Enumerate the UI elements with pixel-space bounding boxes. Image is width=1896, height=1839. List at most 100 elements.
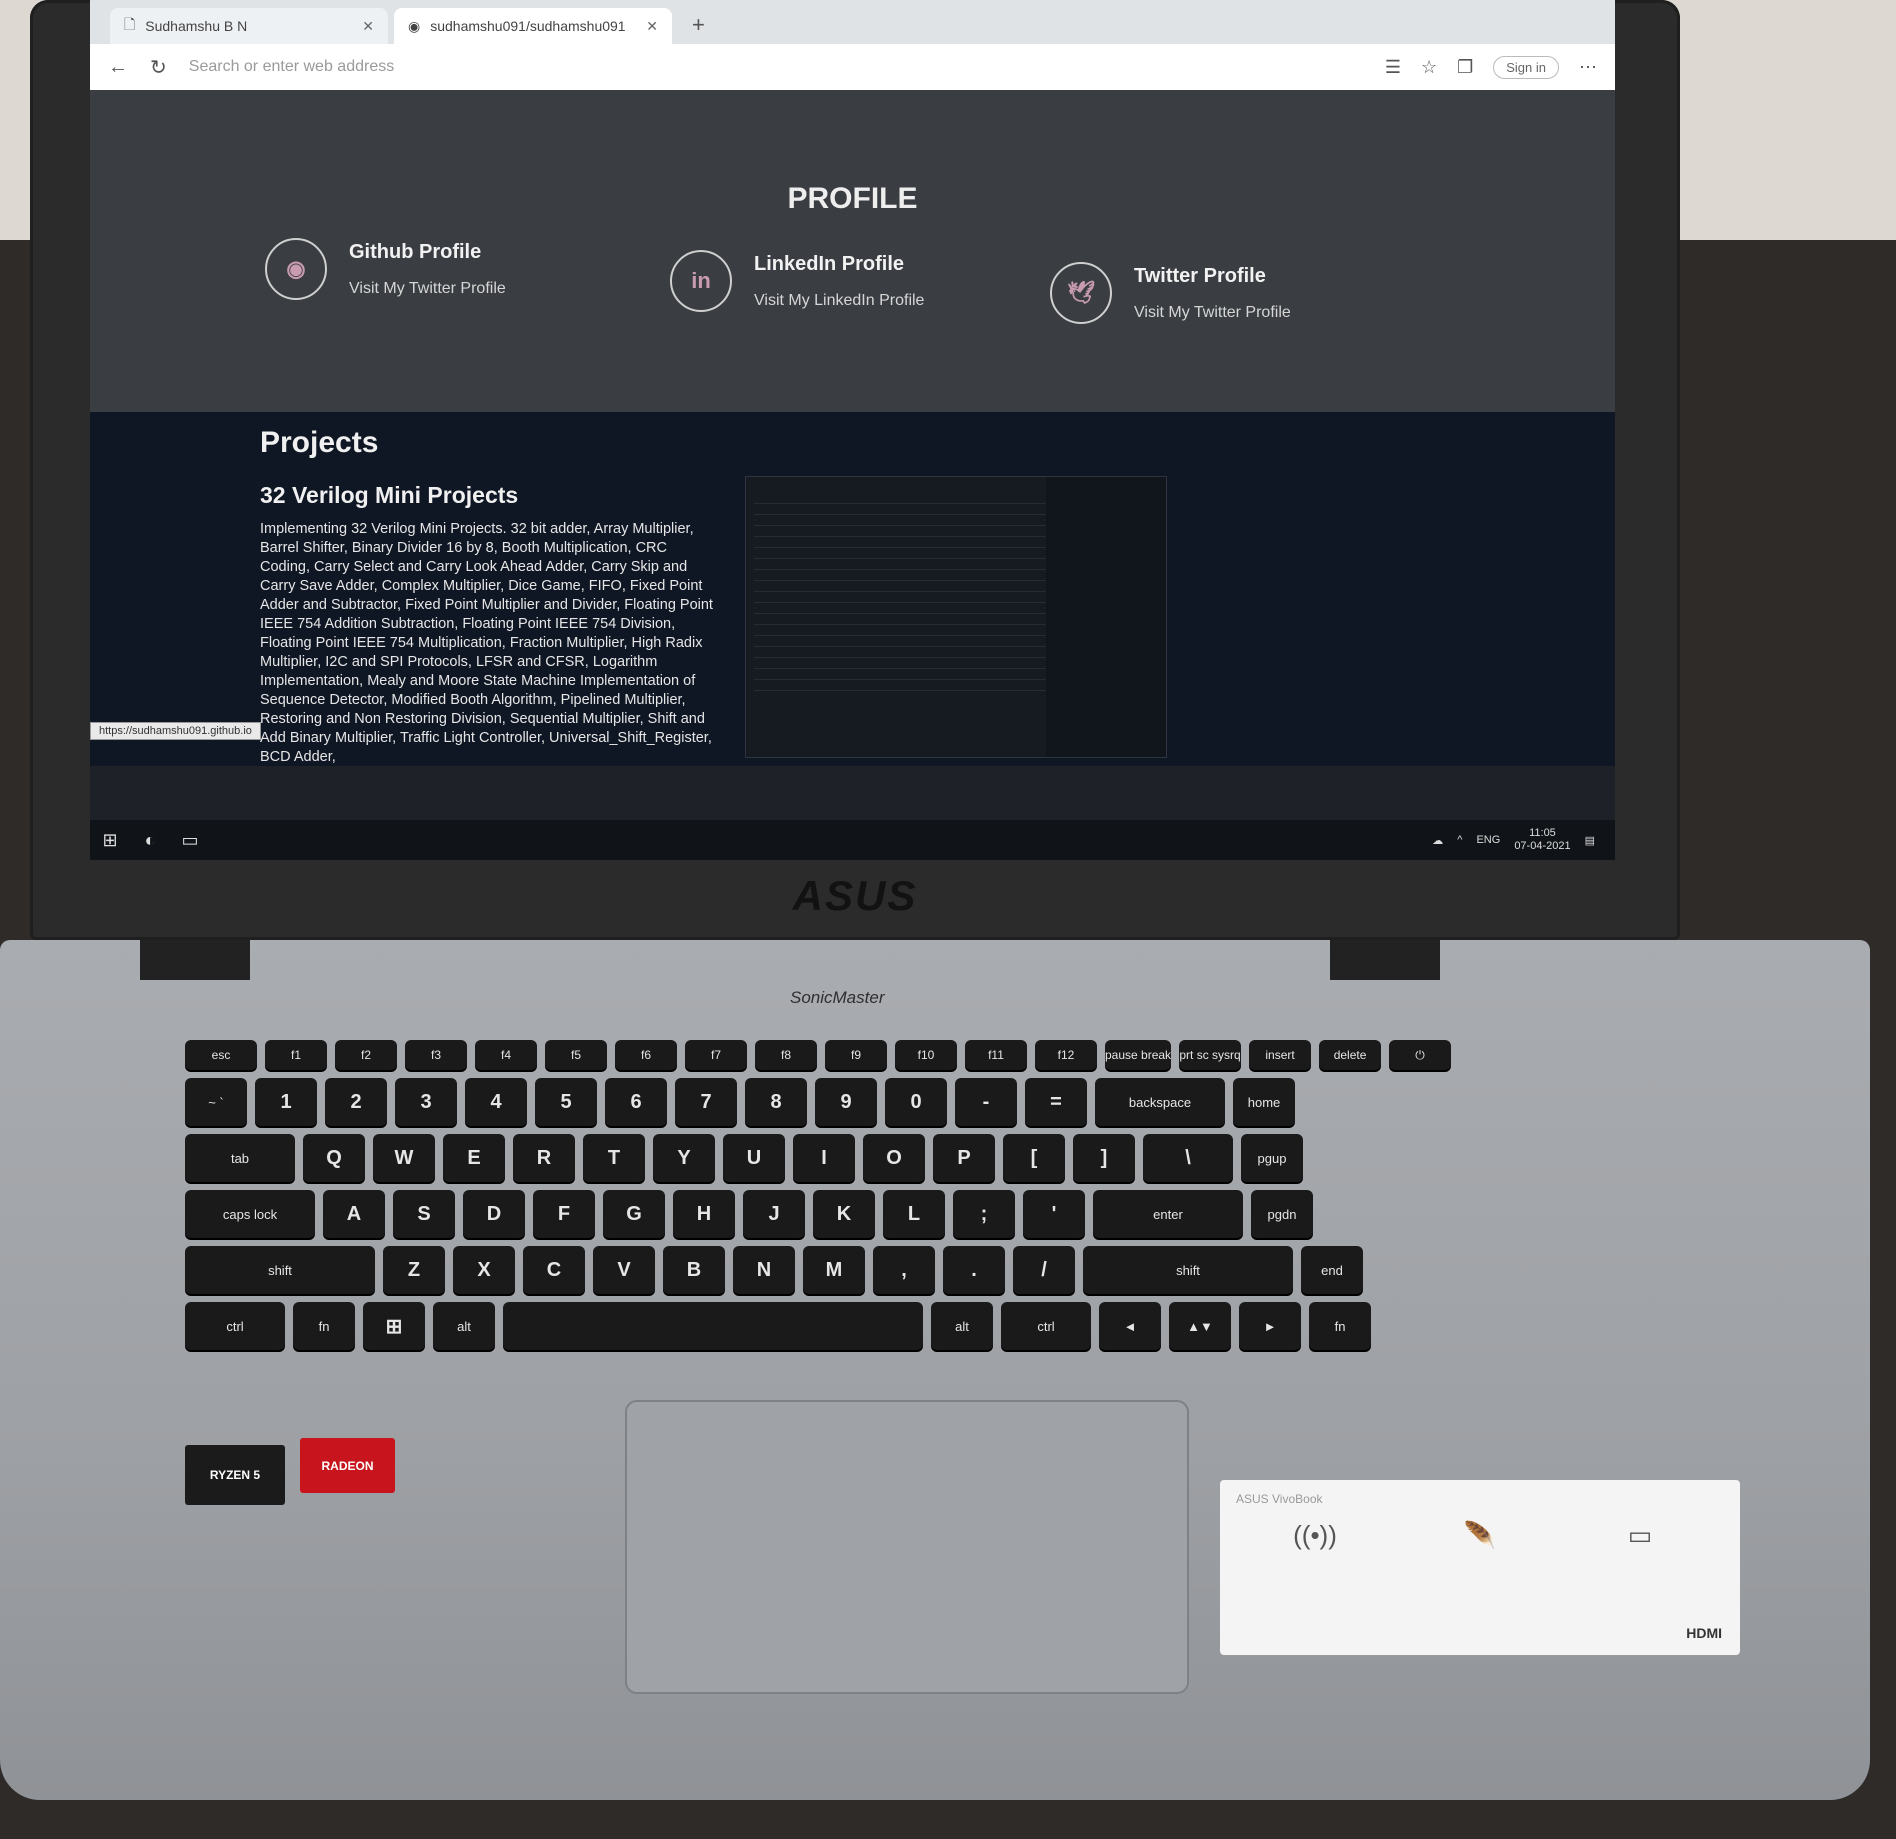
touchpad[interactable] xyxy=(625,1400,1189,1694)
tab-github-repo[interactable]: ◉ sudhamshu091/sudhamshu091 ✕ xyxy=(394,8,672,44)
github-icon[interactable]: ◉ xyxy=(265,238,327,300)
key[interactable]: L xyxy=(883,1190,945,1238)
tab-sudhamshu-bn[interactable]: 🗋 Sudhamshu B N ✕ xyxy=(110,8,388,44)
key[interactable]: - xyxy=(955,1078,1017,1126)
arrow-right-key[interactable]: ► xyxy=(1239,1302,1301,1350)
key[interactable]: f6 xyxy=(615,1040,677,1070)
close-tab-icon[interactable]: ✕ xyxy=(362,18,374,35)
address-bar[interactable]: Search or enter web address xyxy=(189,58,1363,76)
arrow-updown-key[interactable]: ▲▼ xyxy=(1169,1302,1231,1350)
twitter-icon[interactable]: 🕊 xyxy=(1050,262,1112,324)
edge-icon[interactable]: ◐ xyxy=(130,830,170,851)
key[interactable]: insert xyxy=(1249,1040,1312,1070)
key[interactable]: f5 xyxy=(545,1040,607,1070)
key[interactable]: ] xyxy=(1073,1134,1135,1182)
key[interactable]: f8 xyxy=(755,1040,817,1070)
key[interactable]: , xyxy=(873,1246,935,1294)
notification-icon[interactable]: ▤ xyxy=(1585,834,1595,847)
left-ctrl-key[interactable]: ctrl xyxy=(185,1302,285,1350)
collections-icon[interactable]: ❐ xyxy=(1457,57,1473,78)
windows-key-icon[interactable]: ⊞ xyxy=(363,1302,425,1350)
card-link[interactable]: Visit My LinkedIn Profile xyxy=(754,292,924,310)
key[interactable]: 3 xyxy=(395,1078,457,1126)
key[interactable]: R xyxy=(513,1134,575,1182)
right-fn-key[interactable]: fn xyxy=(1309,1302,1371,1350)
key[interactable]: 2 xyxy=(325,1078,387,1126)
key[interactable]: 9 xyxy=(815,1078,877,1126)
new-tab-button[interactable]: + xyxy=(678,12,719,44)
left-shift-key[interactable]: shift xyxy=(185,1246,375,1294)
key[interactable]: delete xyxy=(1319,1040,1382,1070)
key[interactable]: pause break xyxy=(1105,1040,1172,1070)
twitter-profile-card[interactable]: 🕊 Twitter Profile Visit My Twitter Profi… xyxy=(1050,262,1291,324)
linkedin-profile-card[interactable]: in LinkedIn Profile Visit My LinkedIn Pr… xyxy=(670,250,924,312)
enter-key[interactable]: enter xyxy=(1093,1190,1243,1238)
key[interactable]: T xyxy=(583,1134,645,1182)
key[interactable]: f7 xyxy=(685,1040,747,1070)
reader-icon[interactable]: ☰ xyxy=(1385,57,1401,78)
right-shift-key[interactable]: shift xyxy=(1083,1246,1293,1294)
key[interactable]: W xyxy=(373,1134,435,1182)
key[interactable]: Y xyxy=(653,1134,715,1182)
key[interactable]: \ xyxy=(1143,1134,1233,1182)
key[interactable]: 8 xyxy=(745,1078,807,1126)
key[interactable]: f10 xyxy=(895,1040,957,1070)
key[interactable]: prt sc sysrq xyxy=(1179,1040,1242,1070)
key[interactable]: G xyxy=(603,1190,665,1238)
left-alt-key[interactable]: alt xyxy=(433,1302,495,1350)
key[interactable]: f3 xyxy=(405,1040,467,1070)
sign-in-button[interactable]: Sign in xyxy=(1493,55,1559,79)
right-alt-key[interactable]: alt xyxy=(931,1302,993,1350)
key[interactable]: f11 xyxy=(965,1040,1027,1070)
file-explorer-icon[interactable]: ▭ xyxy=(170,830,210,851)
key[interactable]: J xyxy=(743,1190,805,1238)
key[interactable]: esc xyxy=(185,1040,257,1070)
key[interactable]: Z xyxy=(383,1246,445,1294)
back-icon[interactable]: ← xyxy=(108,56,128,79)
key[interactable]: f12 xyxy=(1035,1040,1097,1070)
language-indicator[interactable]: ENG xyxy=(1476,834,1500,846)
key[interactable]: I xyxy=(793,1134,855,1182)
key[interactable]: 5 xyxy=(535,1078,597,1126)
key[interactable]: M xyxy=(803,1246,865,1294)
card-link[interactable]: Visit My Twitter Profile xyxy=(349,280,506,298)
key[interactable]: O xyxy=(863,1134,925,1182)
pgdn-key[interactable]: pgdn xyxy=(1251,1190,1313,1238)
arrow-left-key[interactable]: ◄ xyxy=(1099,1302,1161,1350)
key[interactable]: X xyxy=(453,1246,515,1294)
key[interactable]: f4 xyxy=(475,1040,537,1070)
key[interactable]: ' xyxy=(1023,1190,1085,1238)
key[interactable]: P xyxy=(933,1134,995,1182)
key[interactable]: ; xyxy=(953,1190,1015,1238)
key[interactable]: C xyxy=(523,1246,585,1294)
key[interactable]: S xyxy=(393,1190,455,1238)
pgup-key[interactable]: pgup xyxy=(1241,1134,1303,1182)
key[interactable]: 0 xyxy=(885,1078,947,1126)
tab-key[interactable]: tab xyxy=(185,1134,295,1182)
key[interactable]: f1 xyxy=(265,1040,327,1070)
key[interactable]: H xyxy=(673,1190,735,1238)
key[interactable]: E xyxy=(443,1134,505,1182)
refresh-icon[interactable]: ↻ xyxy=(150,55,167,80)
clock[interactable]: 11:05 07-04-2021 xyxy=(1514,827,1570,853)
caps-lock-key[interactable]: caps lock xyxy=(185,1190,315,1238)
key[interactable]: [ xyxy=(1003,1134,1065,1182)
card-link[interactable]: Visit My Twitter Profile xyxy=(1134,304,1291,322)
key[interactable]: N xyxy=(733,1246,795,1294)
key[interactable]: . xyxy=(943,1246,1005,1294)
power-key[interactable]: ⏻ xyxy=(1389,1040,1452,1070)
key[interactable]: 6 xyxy=(605,1078,667,1126)
chevron-up-icon[interactable]: ^ xyxy=(1457,834,1462,846)
favorite-icon[interactable]: ☆ xyxy=(1421,57,1437,78)
key[interactable]: B xyxy=(663,1246,725,1294)
key[interactable]: 4 xyxy=(465,1078,527,1126)
key[interactable]: = xyxy=(1025,1078,1087,1126)
project-title[interactable]: 32 Verilog Mini Projects xyxy=(260,482,518,509)
project-screenshot[interactable] xyxy=(745,476,1167,758)
key[interactable]: F xyxy=(533,1190,595,1238)
more-menu-icon[interactable]: ⋯ xyxy=(1579,57,1597,78)
key[interactable]: Q xyxy=(303,1134,365,1182)
close-tab-icon[interactable]: ✕ xyxy=(646,18,658,35)
backspace-key[interactable]: backspace xyxy=(1095,1078,1225,1126)
key[interactable]: K xyxy=(813,1190,875,1238)
